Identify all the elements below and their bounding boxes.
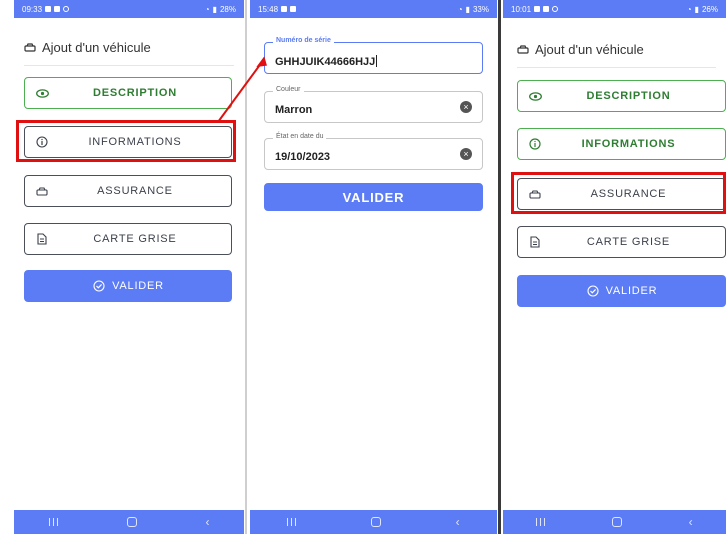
- serial-number-label: Numéro de série: [273, 37, 334, 44]
- valider-label: VALIDER: [342, 189, 405, 205]
- status-battery: 26%: [701, 4, 718, 14]
- navigation-bar: ‹: [14, 510, 244, 534]
- signal-icon: ▮: [465, 4, 470, 14]
- home-icon[interactable]: [126, 517, 137, 527]
- status-time: 10:01: [511, 4, 532, 14]
- signal-icon: ▮: [212, 4, 217, 14]
- signal-icon: ▮: [694, 4, 699, 14]
- screen-informations-form: 15:48 ◔ ▮ 33% Numéro de série GHHJUIK44666…: [250, 0, 497, 534]
- serial-number-value: GHHJUIK44666HJJ: [275, 56, 376, 68]
- check-circle-icon: [92, 279, 106, 293]
- wifi-icon: ◔: [204, 4, 210, 14]
- status-bar: 10:01 ◔ ▮ 26%: [503, 0, 726, 18]
- navigation-bar: ‹: [250, 510, 497, 534]
- wifi-icon: ◔: [686, 4, 692, 14]
- valider-label: VALIDER: [605, 285, 658, 297]
- valider-button[interactable]: VALIDER: [517, 275, 726, 307]
- highlight-assurance: [511, 172, 726, 214]
- date-value: 19/10/2023: [275, 151, 331, 163]
- status-time: 15:48: [258, 4, 279, 14]
- navigation-bar: ‹: [503, 510, 726, 534]
- screen-vehicle-add-2: 10:01 ◔ ▮ 26% Ajout d'un véhicule DESCRIPT…: [503, 0, 726, 534]
- home-icon[interactable]: [611, 517, 622, 527]
- recents-icon[interactable]: [48, 518, 58, 526]
- page-title: Ajout d'un véhicule: [535, 41, 644, 57]
- page-title: Ajout d'un véhicule: [42, 39, 151, 55]
- assurance-label: ASSURANCE: [97, 185, 173, 197]
- valider-label: VALIDER: [112, 280, 164, 292]
- description-label: DESCRIPTION: [93, 87, 177, 99]
- document-icon: [528, 235, 542, 249]
- description-button[interactable]: DESCRIPTION: [517, 80, 726, 112]
- carte-grise-label: CARTE GRISE: [93, 233, 177, 245]
- page-header: Ajout d'un véhicule: [24, 36, 234, 66]
- color-label: Couleur: [273, 86, 304, 93]
- info-icon: [528, 137, 542, 151]
- status-battery: 33%: [472, 4, 489, 14]
- car-icon: [517, 44, 529, 54]
- screen-divider: [498, 0, 501, 534]
- page-header: Ajout d'un véhicule: [517, 38, 716, 68]
- back-icon[interactable]: ‹: [456, 515, 460, 529]
- home-icon[interactable]: [370, 517, 381, 527]
- eye-icon: [528, 89, 542, 103]
- clear-icon[interactable]: ×: [460, 148, 472, 160]
- screen-divider: [245, 0, 247, 534]
- informations-button[interactable]: INFORMATIONS: [517, 128, 726, 160]
- status-bar: 09:33 ◔ ▮ 28%: [14, 0, 244, 18]
- eye-icon: [35, 86, 49, 100]
- highlight-informations: [16, 120, 236, 162]
- carte-grise-button[interactable]: CARTE GRISE: [24, 223, 232, 255]
- car-icon: [35, 184, 49, 198]
- screen-vehicle-add-1: 09:33 ◔ ▮ 28% Ajout d'un véhicule DESCRIPT…: [14, 0, 244, 534]
- document-icon: [35, 232, 49, 246]
- date-label: État en date du: [273, 133, 327, 140]
- informations-label: INFORMATIONS: [581, 138, 676, 150]
- clear-icon[interactable]: ×: [460, 101, 472, 113]
- status-time: 09:33: [22, 4, 43, 14]
- status-bar: 15:48 ◔ ▮ 33%: [250, 0, 497, 18]
- color-field[interactable]: Couleur Marron ×: [264, 86, 483, 123]
- valider-button[interactable]: VALIDER: [264, 183, 483, 211]
- serial-number-field[interactable]: Numéro de série GHHJUIK44666HJJ: [264, 37, 483, 74]
- car-icon: [24, 42, 36, 52]
- wifi-icon: ◔: [457, 4, 463, 14]
- recents-icon[interactable]: [287, 518, 297, 526]
- description-button[interactable]: DESCRIPTION: [24, 77, 232, 109]
- recents-icon[interactable]: [536, 518, 546, 526]
- description-label: DESCRIPTION: [586, 90, 671, 102]
- assurance-button[interactable]: ASSURANCE: [24, 175, 232, 207]
- carte-grise-label: CARTE GRISE: [586, 236, 671, 248]
- back-icon[interactable]: ‹: [206, 515, 210, 529]
- color-value: Marron: [275, 104, 313, 116]
- carte-grise-button[interactable]: CARTE GRISE: [517, 226, 726, 258]
- status-battery: 28%: [219, 4, 236, 14]
- date-field[interactable]: État en date du 19/10/2023 ×: [264, 133, 483, 170]
- check-circle-icon: [586, 284, 600, 298]
- valider-button[interactable]: VALIDER: [24, 270, 232, 302]
- back-icon[interactable]: ‹: [689, 515, 693, 529]
